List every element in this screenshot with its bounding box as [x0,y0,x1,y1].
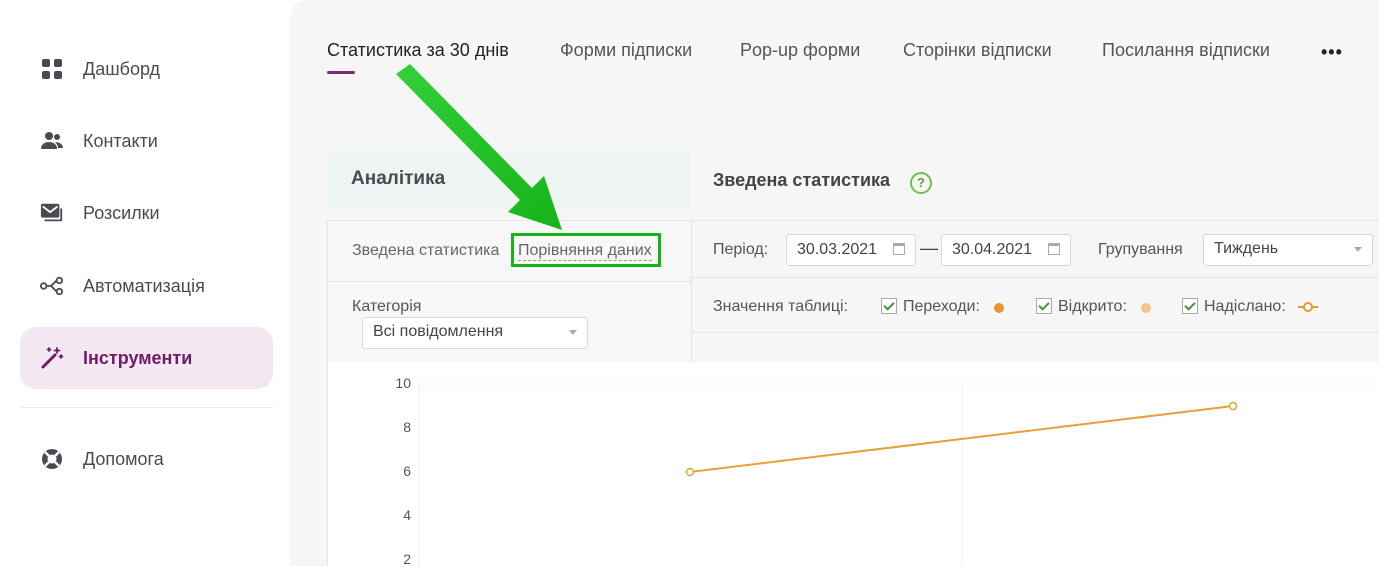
clicks-color-dot [994,303,1004,313]
contacts-people-icon [40,129,64,153]
dashboard-grid-icon [40,57,64,81]
automation-nodes-icon [40,274,64,298]
chevron-down-icon [569,330,577,335]
more-tabs-button[interactable]: ••• [1321,42,1343,63]
data-point[interactable] [685,467,695,477]
tab-label: Форми підписки [560,40,693,60]
checkbox-opened[interactable] [1036,298,1052,314]
sidebar-item-dashboard[interactable]: Дашборд [20,38,273,100]
date-to-value: 30.04.2021 [952,241,1033,258]
calendar-icon [893,243,905,255]
metric-sent-label: Надіслано: [1204,298,1286,315]
tab-subscription-forms[interactable]: Форми підписки [560,40,692,61]
line-chart [418,383,1379,566]
sidebar-item-tools[interactable]: Інструменти [20,327,273,389]
category-label: Категорія [352,298,422,315]
magic-wand-icon [40,346,64,370]
sidebar-item-contacts[interactable]: Контакти [20,110,273,172]
sidebar-item-automation[interactable]: Автоматизація [20,255,273,317]
category-select[interactable]: Всі повідомлення [362,317,588,349]
highlight-box [511,233,661,267]
data-point[interactable] [1228,401,1238,411]
summary-filter-panel: Період: 30.03.2021 — 30.04.2021 Групуван… [690,220,1379,333]
opened-color-dot [1141,303,1151,313]
date-from-value: 30.03.2021 [797,241,878,258]
sidebar-item-label: Інструменти [83,347,193,368]
date-from-input[interactable]: 30.03.2021 [786,234,916,266]
period-label: Період: [713,241,769,258]
tab-label: Статистика за 30 днів [327,40,509,60]
sent-line-marker-icon [1297,300,1319,318]
tab-popup-forms[interactable]: Pop-up форми [740,40,860,61]
table-values-label: Значення таблиці: [713,298,848,315]
tab-label: Pop-up форми [740,40,861,60]
help-question-icon[interactable]: ? [910,172,932,194]
calendar-icon [1048,243,1060,255]
divider [690,277,1379,278]
sidebar-item-label: Контакти [83,130,158,151]
sidebar-item-label: Допомога [83,448,164,469]
tab-stats-30-days[interactable]: Статистика за 30 днів [327,40,509,74]
mail-campaigns-icon [40,201,64,225]
tab-unsubscribe-links[interactable]: Посилання відписки [1102,40,1270,61]
grouping-value: Тиждень [1214,240,1279,257]
sidebar-item-campaigns[interactable]: Розсилки [20,182,273,244]
date-to-input[interactable]: 30.04.2021 [941,234,1071,266]
category-value: Всі повідомлення [373,323,504,340]
chevron-down-icon [1354,247,1362,252]
analytics-title: Аналітика [351,168,446,189]
grouping-label: Групування [1098,241,1183,258]
sidebar-item-help[interactable]: Допомога [20,428,273,490]
chart-area: 10 8 6 4 2 [327,362,1379,567]
summary-stats-link[interactable]: Зведена статистика [352,242,499,260]
grouping-select[interactable]: Тиждень [1203,234,1373,266]
sidebar-item-label: Автоматизація [83,275,205,296]
sidebar-item-label: Розсилки [83,202,160,223]
sidebar-item-label: Дашборд [83,58,161,79]
divider [690,332,1379,333]
tab-label: Сторінки відписки [903,40,1052,60]
checkbox-sent[interactable] [1182,298,1198,314]
divider [328,281,691,282]
main-content: Статистика за 30 днів Форми підписки Pop… [290,0,1379,567]
date-range-dash: — [920,238,938,258]
summary-title: Зведена статистика [713,170,891,190]
active-tab-indicator [327,71,355,74]
analytics-header: Аналітика [327,152,690,208]
tab-label: Посилання відписки [1102,40,1270,60]
sidebar: Дашборд Контакти Розсилки Автоматизація … [0,0,290,566]
analytics-options-panel: Зведена статистика Порівняння даних Кате… [327,220,692,364]
metric-clicks-label: Переходи: [903,298,980,315]
tab-unsubscribe-pages[interactable]: Сторінки відписки [903,40,1052,61]
sidebar-divider [20,407,273,408]
metric-opened-label: Відкрито: [1058,298,1127,315]
checkbox-clicks[interactable] [881,298,897,314]
lifebuoy-help-icon [40,447,64,471]
